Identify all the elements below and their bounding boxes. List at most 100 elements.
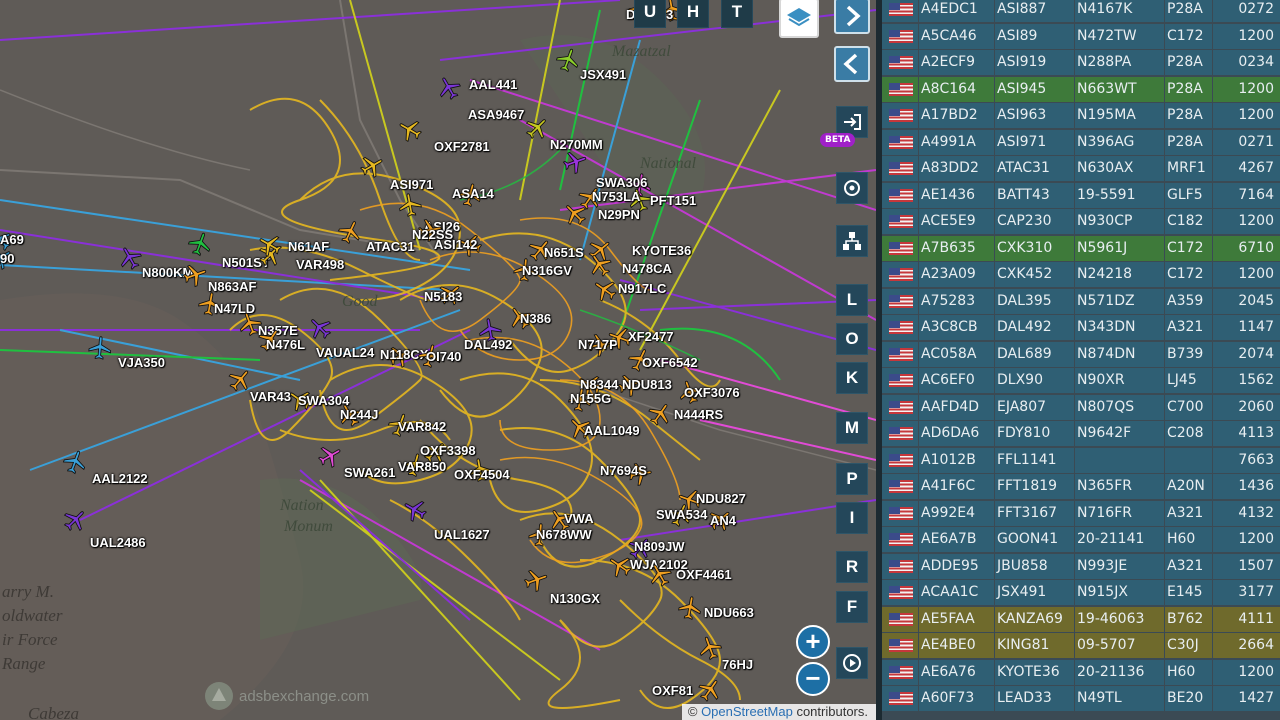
aircraft-label[interactable]: VWA (564, 512, 594, 526)
aircraft-label[interactable]: OXF81 (652, 684, 693, 698)
aircraft-label[interactable]: AN4 (710, 514, 736, 528)
table-row[interactable]: AD6DA6 FDY810 N9642F C208 4113 (882, 421, 1280, 446)
aircraft-label[interactable]: N5183 (424, 290, 462, 304)
aircraft-label[interactable]: VAR850 (398, 460, 446, 474)
table-row[interactable]: A3C8CB DAL492 N343DN A321 1147 (882, 315, 1280, 340)
aircraft-label[interactable]: NDU813 (622, 378, 672, 392)
table-row[interactable]: A4991A ASI971 N396AG P28A 0271 (882, 129, 1280, 155)
table-row[interactable]: AC6EF0 DLX90 N90XR LJ45 1562 (882, 368, 1280, 393)
aircraft-label[interactable]: 76HJ (722, 658, 753, 672)
aircraft-label[interactable]: UAL1627 (434, 528, 490, 542)
aircraft-label[interactable]: VAR498 (296, 258, 344, 272)
table-row[interactable]: A1012B FFL1141 7663 (882, 447, 1280, 473)
table-row[interactable]: A4EDC1 ASI887 N4167K P28A 0272 (882, 0, 1280, 22)
aircraft-label[interactable]: N678WW (536, 528, 592, 542)
key-button-l[interactable]: L (836, 284, 868, 316)
aircraft-label[interactable]: ASI142 (434, 238, 477, 252)
aircraft-label[interactable]: DAL492 (464, 338, 512, 352)
aircraft-label[interactable]: N7694S (600, 464, 647, 478)
table-row[interactable]: A8C164 ASI945 N663WT P28A 1200 (882, 76, 1280, 102)
aircraft-label[interactable]: ASI971 (390, 178, 433, 192)
table-row[interactable]: A7B635 CXK310 N5961J C172 6710 (882, 235, 1280, 261)
aircraft-marker-icon[interactable] (86, 334, 114, 362)
aircraft-label[interactable]: N809JW (634, 540, 685, 554)
aircraft-label[interactable]: N651S (544, 246, 584, 260)
next-button[interactable] (834, 0, 870, 34)
table-row[interactable]: A23A09 CXK452 N24218 C172 1200 (882, 262, 1280, 287)
aircraft-label[interactable]: OXF2781 (434, 140, 490, 154)
layer-button-t[interactable]: T (721, 0, 753, 28)
aircraft-label[interactable]: OXF6542 (642, 356, 698, 370)
table-row[interactable]: A75283 DAL395 N571DZ A359 2045 (882, 288, 1280, 314)
table-row[interactable]: ACE5E9 CAP230 N930CP C182 1200 (882, 209, 1280, 234)
table-row[interactable]: AE6A76 KYOTE36 20-21136 H60 1200 (882, 659, 1280, 685)
aircraft-label[interactable]: JSX491 (580, 68, 626, 82)
layer-button-h[interactable]: H (677, 0, 709, 28)
settings-button[interactable] (836, 172, 868, 204)
table-row[interactable]: AC058A DAL689 N874DN B739 2074 (882, 341, 1280, 367)
aircraft-label[interactable]: N386 (520, 312, 551, 326)
aircraft-label[interactable]: N478CA (622, 262, 672, 276)
aircraft-label[interactable]: N917LC (618, 282, 666, 296)
tools-button[interactable] (836, 225, 868, 257)
table-row[interactable]: AE5FAA KANZA69 19-46063 B762 4111 (882, 606, 1280, 632)
table-row[interactable]: ADDE95 JBU858 N993JE A321 1507 (882, 553, 1280, 579)
key-button-i[interactable]: I (836, 502, 868, 534)
key-button-f[interactable]: F (836, 591, 868, 623)
aircraft-label[interactable]: AAL1049 (584, 424, 640, 438)
aircraft-label[interactable]: N29PN (598, 208, 640, 222)
aircraft-label[interactable]: N61AF (288, 240, 329, 254)
aircraft-label[interactable]: ATAC31 (366, 240, 415, 254)
openstreetmap-link[interactable]: OpenStreetMap (701, 704, 793, 719)
aircraft-label[interactable]: VJA350 (118, 356, 165, 370)
aircraft-label[interactable]: N244J (340, 408, 378, 422)
aircraft-label[interactable]: UAL2486 (90, 536, 146, 550)
aircraft-label[interactable]: N753LA (592, 190, 640, 204)
key-button-m[interactable]: M (836, 412, 868, 444)
table-row[interactable]: AAFD4D EJA807 N807QS C700 2060 (882, 394, 1280, 420)
key-button-r[interactable]: R (836, 551, 868, 583)
aircraft-label[interactable]: NDU663 (704, 606, 754, 620)
aircraft-label[interactable]: PFT151 (650, 194, 696, 208)
table-row[interactable]: A2ECF9 ASI919 N288PA P28A 0234 (882, 50, 1280, 75)
zoom-in-button[interactable]: + (796, 625, 830, 659)
aircraft-label[interactable]: KYOTE36 (632, 244, 691, 258)
table-row[interactable]: A5CA46 ASI89 N472TW C172 1200 (882, 23, 1280, 49)
collapse-button[interactable] (834, 46, 870, 82)
aircraft-marker-icon[interactable] (675, 593, 705, 623)
flight-map[interactable]: arry M. oldwater ir Force Range Cabeza M… (0, 0, 876, 720)
map-layers-button[interactable] (779, 0, 819, 38)
aircraft-label[interactable]: N316GV (522, 264, 572, 278)
aircraft-label[interactable]: N270MM (550, 138, 603, 152)
aircraft-label[interactable]: AAL2122 (92, 472, 148, 486)
table-row[interactable]: AE4BE0 KING81 09-5707 C30J 2664 (882, 633, 1280, 658)
aircraft-label[interactable]: AAL441 (469, 78, 517, 92)
aircraft-label[interactable]: 3 (666, 8, 673, 22)
aircraft-label[interactable]: XF2477 (628, 330, 674, 344)
aircraft-label[interactable]: ASA14 (452, 187, 494, 201)
aircraft-label[interactable]: OXF3076 (684, 386, 740, 400)
aircraft-label[interactable]: OXF4504 (454, 468, 510, 482)
aircraft-label[interactable]: N444RS (674, 408, 723, 422)
aircraft-label[interactable]: OXF4461 (676, 568, 732, 582)
table-row[interactable]: A17BD2 ASI963 N195MA P28A 1200 (882, 103, 1280, 128)
aircraft-label[interactable]: N155G (570, 392, 611, 406)
aircraft-label[interactable]: OI740 (426, 350, 461, 364)
aircraft-label[interactable]: SWA261 (344, 466, 395, 480)
aircraft-label[interactable]: ASA9467 (468, 108, 524, 122)
aircraft-label[interactable]: SWA534 (656, 508, 707, 522)
table-row[interactable]: A992E4 FFT3167 N716FR A321 4132 (882, 500, 1280, 526)
replay-button[interactable] (836, 647, 868, 679)
table-row[interactable]: A41F6C FFT1819 N365FR A20N 1436 (882, 474, 1280, 499)
layer-button-u[interactable]: U (634, 0, 666, 28)
aircraft-marker-icon[interactable] (395, 190, 425, 220)
table-row[interactable]: ACAA1C JSX491 N915JX E145 3177 (882, 580, 1280, 605)
aircraft-label[interactable]: 90 (0, 252, 14, 266)
aircraft-label[interactable]: VAR842 (398, 420, 446, 434)
table-row[interactable]: A60F73 LEAD33 N49TL BE20 1427 (882, 686, 1280, 711)
key-button-k[interactable]: K (836, 362, 868, 394)
key-button-o[interactable]: O (836, 323, 868, 355)
aircraft-label[interactable]: VAUAL24 (316, 346, 374, 360)
key-button-p[interactable]: P (836, 463, 868, 495)
aircraft-label[interactable]: N130GX (550, 592, 600, 606)
